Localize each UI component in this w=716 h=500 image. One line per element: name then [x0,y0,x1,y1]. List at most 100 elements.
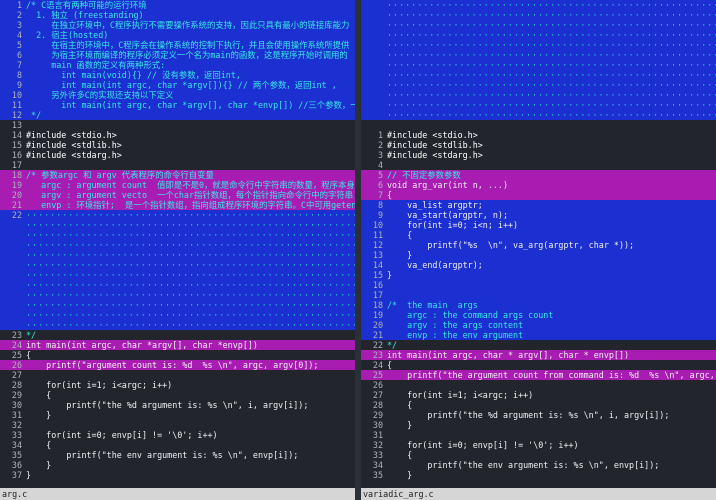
code-line[interactable]: 34 printf("the env argument is: %s \n", … [361,460,716,470]
code-line[interactable]: 16 #include <stdarg.h> [0,150,355,160]
code-line[interactable]: ········································… [361,40,716,50]
code-line[interactable]: 3 在独立环境中，C程序执行不需要操作系统的支持，因此只具有最小的链接库能力 [0,20,355,30]
code-line[interactable]: 19 argc : the command args count [361,310,716,320]
code-line[interactable]: 12 */ [0,110,355,120]
code-line[interactable]: 18 /* the main args [361,300,716,310]
code-line[interactable]: ········································… [0,250,355,260]
code-line[interactable]: ········································… [0,310,355,320]
code-line[interactable]: 6 void arg_var(int n, ...) [361,180,716,190]
code-line[interactable]: ········································… [0,270,355,280]
code-line[interactable]: 14 #include <stdio.h> [0,130,355,140]
code-line[interactable]: 29 printf("the %d argument is: %s \n", i… [361,410,716,420]
code-line[interactable]: 14 va_end(argptr); [361,260,716,270]
code-line[interactable]: ········································… [361,50,716,60]
code-line[interactable]: 7{ [361,190,716,200]
code-line[interactable]: 27 for(int i=1; i<argc; i++) [361,390,716,400]
line-number: 8 [377,200,383,210]
code-line[interactable]: ········································… [0,240,355,250]
left-editor-pane[interactable]: 1/* C语言有两种可能的运行环境 2 1. 独立 (freestanding) 3… [0,0,355,488]
code-line[interactable]: 23 int main(int argc, char * argv[], char… [361,350,716,360]
code-line[interactable]: 28 for(int i=1; i<argc; i++) [0,380,355,390]
code-line[interactable]: 32 for(int i=0; envp[i] != '\0'; i++) [361,440,716,450]
code-line[interactable]: 13 [0,120,355,130]
code-line[interactable]: 19 argc : argument count 值即是不是0，就是命令行中字符… [0,180,355,190]
code-line[interactable]: 7 main 函数的定义有两种形式: [0,60,355,70]
code-line[interactable]: 17 [361,290,716,300]
code-line[interactable]: ········································… [361,0,716,10]
line-number: 27 [11,370,22,380]
code-line[interactable]: ········································… [0,260,355,270]
code-line[interactable]: ········································… [361,30,716,40]
code-line[interactable]: 13 } [361,250,716,260]
code-line[interactable]: 6 为宿主环境而编译的程序必须定义一个名为main的函数，这是程序开始时调用的 [0,50,355,60]
code-line[interactable]: 27 [0,370,355,380]
code-line[interactable]: ········································… [0,230,355,240]
code-line[interactable]: ········································… [361,80,716,90]
code-line[interactable]: 32 [0,420,355,430]
code-line[interactable]: 29 { [0,390,355,400]
code-line[interactable]: 30 } [361,420,716,430]
code-line[interactable]: 34 { [0,440,355,450]
code-line[interactable]: ········································… [361,110,716,120]
code-line[interactable]: ········································… [361,90,716,100]
code-line[interactable]: 25 printf("the argument count from comma… [361,370,716,380]
code-line[interactable]: 23 */ [0,330,355,340]
code-line[interactable]: 2 1. 独立 (freestanding) [0,10,355,20]
code-line[interactable]: 2 #include <stdlib.h> [361,140,716,150]
code-line[interactable]: 33 { [361,450,716,460]
code-line[interactable]: 8 int main(void){} // 没有参数，返回int, [0,70,355,80]
code-line[interactable]: ········································… [0,290,355,300]
code-line[interactable]: 1 #include <stdio.h> [361,130,716,140]
code-line[interactable]: 33 for(int i=0; envp[i] != '\0'; i++) [0,430,355,440]
code-line[interactable]: 24 int main(int argc, char *argv[], char … [0,340,355,350]
code-line[interactable]: 20 argv : the args content [361,320,716,330]
code-line[interactable]: 36 } [0,460,355,470]
code-line[interactable]: 5 在宿主的环境中，C程序会在操作系统的控制下执行，并且会使用操作系统所提供 [0,40,355,50]
code-line[interactable]: ········································… [361,20,716,30]
code-line[interactable]: 11 int main(int argc, char *argv[], char… [0,100,355,110]
code-line[interactable]: 35 } [361,470,716,480]
right-editor-pane[interactable]: ········································… [361,0,716,488]
code-line[interactable]: 25 { [0,350,355,360]
code-line[interactable]: 21 envp : the env argument [361,330,716,340]
code-line[interactable]: 20 argv : argument vecto 一个char指针数组，每个指针… [0,190,355,200]
code-line[interactable]: 4 2. 宿主(hosted) [0,30,355,40]
code-line[interactable]: 37} [0,470,355,480]
code-line[interactable]: 10 另外许多C的实现还支持以下定义 [0,90,355,100]
code-line[interactable]: 26 [361,380,716,390]
code-line[interactable]: 9 va_start(argptr, n); [361,210,716,220]
code-line[interactable]: 15} [361,270,716,280]
code-line[interactable]: ········································… [0,300,355,310]
code-line[interactable]: 28 { [361,400,716,410]
code-line[interactable]: 16 [361,280,716,290]
code-line[interactable] [361,120,716,130]
code-line[interactable]: 12 printf("%s \n", va_arg(argptr, char *… [361,240,716,250]
code-line[interactable]: 35 printf("the env argument is: %s \n", … [0,450,355,460]
code-line[interactable]: 18 /* 参数argc 和 argv 代表程序的命令行自变量 [0,170,355,180]
code-line[interactable]: 26 printf("argument count is: %d %s \n",… [0,360,355,370]
code-line[interactable]: 10 for(int i=0; i<n; i++) [361,220,716,230]
code-line[interactable]: ········································… [361,70,716,80]
code-line[interactable]: 24 { [361,360,716,370]
code-line[interactable]: 8 va_list argptr; [361,200,716,210]
code-line[interactable]: 9 int main(int argc, char *argv[]){} // … [0,80,355,90]
code-line[interactable]: 3 #include <stdarg.h> [361,150,716,160]
code-line[interactable]: 21 envp : 环境指针; 是一个指针数组，指向组成程序环境的字符串。C中可… [0,200,355,210]
code-line[interactable]: 17 [0,160,355,170]
code-line[interactable]: 1 /* C语言有两种可能的运行环境 [0,0,355,10]
code-line[interactable]: 31 [361,430,716,440]
code-line[interactable]: 22 ······································… [0,210,355,220]
code-line[interactable]: 15 #include <stdlib.h> [0,140,355,150]
code-line[interactable]: 5 // 不固定参数参数 [361,170,716,180]
code-line[interactable]: 22 */ [361,340,716,350]
code-line[interactable]: ········································… [361,10,716,20]
code-line[interactable]: 4 [361,160,716,170]
code-line[interactable]: 11 { [361,230,716,240]
code-line[interactable]: ········································… [361,100,716,110]
code-line[interactable]: 30 printf("the %d argument is: %s \n", i… [0,400,355,410]
code-line[interactable]: ········································… [0,320,355,330]
code-line[interactable]: ········································… [361,60,716,70]
code-line[interactable]: ········································… [0,220,355,230]
code-line[interactable]: 31 } [0,410,355,420]
code-line[interactable]: ········································… [0,280,355,290]
